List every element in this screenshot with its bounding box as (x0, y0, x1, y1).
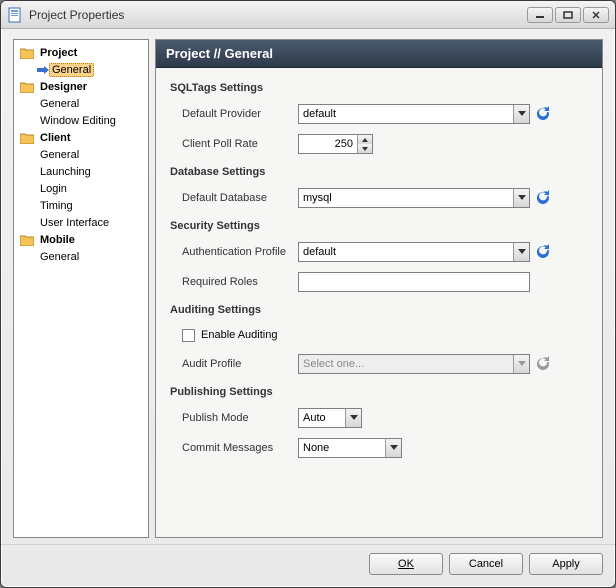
apply-button[interactable]: Apply (529, 553, 603, 575)
window-title: Project Properties (29, 8, 527, 22)
tree-category[interactable]: Client (17, 129, 145, 146)
tree-item[interactable]: General (17, 146, 145, 163)
client-poll-spinner[interactable] (298, 134, 373, 154)
maximize-button[interactable] (555, 7, 581, 23)
tree-item-label: Mobile (37, 233, 78, 247)
spinner-up[interactable] (358, 135, 372, 144)
tree-item-label: General (37, 148, 82, 162)
tree-category[interactable]: Designer (17, 78, 145, 95)
refresh-icon[interactable] (534, 105, 552, 123)
refresh-icon[interactable] (534, 189, 552, 207)
window-controls (527, 7, 609, 23)
chevron-down-icon (513, 105, 529, 123)
tree-item-label: Client (37, 131, 74, 145)
default-provider-combo[interactable]: default (298, 104, 530, 124)
client-poll-label: Client Poll Rate (170, 138, 298, 150)
tree-item-label: Designer (37, 80, 90, 94)
commit-messages-label: Commit Messages (170, 442, 298, 454)
enable-auditing-label: Enable Auditing (201, 329, 277, 341)
folder-icon (19, 46, 35, 60)
section-sqltags: SQLTags Settings (170, 82, 588, 94)
default-database-combo[interactable]: mysql (298, 188, 530, 208)
close-button[interactable] (583, 7, 609, 23)
window: Project Properties Project General Designe… (0, 0, 616, 588)
main-panel: Project // General SQLTags Settings Defa… (155, 39, 603, 538)
panel-header: Project // General (156, 40, 602, 68)
arrow-right-icon (37, 65, 49, 75)
tree-item[interactable]: User Interface (17, 214, 145, 231)
panel-body: SQLTags Settings Default Provider defaul… (156, 68, 602, 470)
default-provider-label: Default Provider (170, 108, 298, 120)
tree-item[interactable]: Launching (17, 163, 145, 180)
tree-category[interactable]: Project (17, 44, 145, 61)
required-roles-input[interactable] (298, 272, 530, 292)
tree-item-label: Timing (37, 199, 76, 213)
chevron-down-icon (513, 189, 529, 207)
commit-messages-combo[interactable]: None (298, 438, 402, 458)
tree-item-label: Window Editing (37, 114, 119, 128)
required-roles-label: Required Roles (170, 276, 298, 288)
content-area: Project General Designer General Window Edit… (1, 29, 615, 544)
chevron-down-icon (513, 243, 529, 261)
folder-icon (19, 233, 35, 247)
tree-item[interactable]: Login (17, 180, 145, 197)
nav-tree: Project General Designer General Window Edit… (13, 39, 149, 538)
chevron-down-icon (345, 409, 361, 427)
client-poll-input[interactable] (299, 135, 357, 153)
enable-auditing-checkbox[interactable] (182, 329, 195, 342)
tree-item[interactable]: Window Editing (17, 112, 145, 129)
tree-item-label: Project (37, 46, 80, 60)
publish-mode-combo[interactable]: Auto (298, 408, 362, 428)
auth-profile-label: Authentication Profile (170, 246, 298, 258)
spinner-down[interactable] (358, 144, 372, 153)
default-database-label: Default Database (170, 192, 298, 204)
section-database: Database Settings (170, 166, 588, 178)
chevron-down-icon (513, 355, 529, 373)
refresh-icon (534, 355, 552, 373)
tree-category[interactable]: Mobile (17, 231, 145, 248)
minimize-button[interactable] (527, 7, 553, 23)
tree-item-label: Launching (37, 165, 94, 179)
tree-item-label: General (49, 63, 94, 77)
folder-icon (19, 80, 35, 94)
publish-mode-label: Publish Mode (170, 412, 298, 424)
tree-item[interactable]: General (17, 95, 145, 112)
tree-item-label: General (37, 250, 82, 264)
ok-button[interactable]: OK (369, 553, 443, 575)
tree-item-label: User Interface (37, 216, 112, 230)
folder-icon (19, 131, 35, 145)
tree-item[interactable]: General (17, 61, 145, 78)
tree-item[interactable]: General (17, 248, 145, 265)
titlebar: Project Properties (1, 1, 615, 29)
audit-profile-combo: Select one... (298, 354, 530, 374)
refresh-icon[interactable] (534, 243, 552, 261)
button-bar: OK Cancel Apply (1, 544, 615, 587)
section-security: Security Settings (170, 220, 588, 232)
section-auditing: Auditing Settings (170, 304, 588, 316)
tree-item[interactable]: Timing (17, 197, 145, 214)
auth-profile-combo[interactable]: default (298, 242, 530, 262)
app-icon (7, 7, 23, 23)
cancel-button[interactable]: Cancel (449, 553, 523, 575)
tree-item-label: General (37, 97, 82, 111)
chevron-down-icon (385, 439, 401, 457)
audit-profile-label: Audit Profile (170, 358, 298, 370)
section-publishing: Publishing Settings (170, 386, 588, 398)
tree-item-label: Login (37, 182, 70, 196)
